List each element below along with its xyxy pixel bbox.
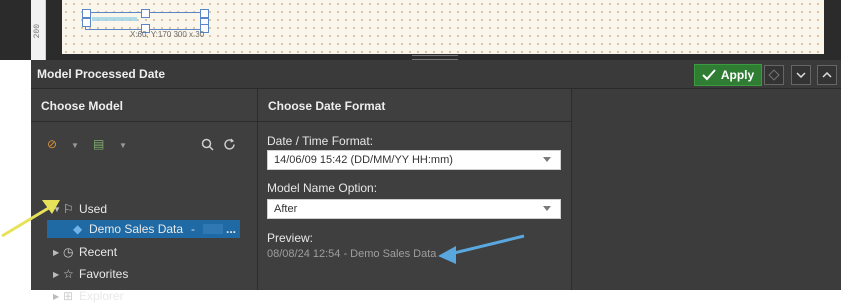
chevron-down-icon xyxy=(796,72,806,78)
yellow-annotation-arrow-icon xyxy=(1,200,60,238)
expand-right-icon[interactable]: ▶ xyxy=(53,248,63,257)
tree-item-explorer[interactable]: ▶ ⊞ Explorer xyxy=(53,286,124,306)
choose-date-format-title: Choose Date Format xyxy=(268,99,386,113)
panel-title: Model Processed Date xyxy=(37,67,166,81)
star-icon: ☆ xyxy=(63,267,74,281)
preview-value: 08/08/24 12:54 - Demo Sales Data xyxy=(267,248,437,260)
tree-item-label: Recent xyxy=(79,245,118,259)
choose-model-title: Choose Model xyxy=(41,99,124,113)
more-options-button[interactable]: ... xyxy=(226,222,236,236)
collapse-down-button[interactable] xyxy=(791,65,811,85)
checkmark-icon xyxy=(702,69,716,81)
tree-item-favorites[interactable]: ▶ ☆ Favorites xyxy=(53,264,128,284)
model-type-icon[interactable]: ⊘ xyxy=(47,137,57,151)
choose-model-column: Choose Model ⊘ ▼ ▤ ▼ ▼ ⚐ Used ◆ Demo Sal… xyxy=(31,89,258,303)
ruler-label: 200 xyxy=(33,24,42,39)
chevron-up-icon xyxy=(822,72,832,78)
collapse-up-button[interactable] xyxy=(817,65,837,85)
diamond-button[interactable] xyxy=(764,65,784,85)
clock-icon: ◷ xyxy=(63,245,74,259)
dropdown-arrow-icon xyxy=(543,157,551,162)
blue-annotation-arrow-icon xyxy=(438,234,525,264)
filter-icon[interactable]: ▤ xyxy=(93,137,104,151)
model-name-option-label: Model Name Option: xyxy=(267,181,378,195)
tree-item-label: Explorer xyxy=(79,289,124,303)
expand-right-icon[interactable]: ▶ xyxy=(53,292,63,301)
date-time-format-value: 14/06/09 15:42 (DD/MM/YY HH:mm) xyxy=(274,154,453,166)
resize-handle[interactable] xyxy=(200,9,209,18)
preview-label: Preview: xyxy=(267,231,314,245)
expand-right-icon[interactable]: ▶ xyxy=(53,270,63,279)
separator-text: - xyxy=(191,222,196,236)
empty-column xyxy=(572,89,841,290)
refresh-icon[interactable] xyxy=(223,138,236,151)
flag-icon: ⚐ xyxy=(63,202,74,216)
apply-label: Apply xyxy=(720,68,755,82)
selected-date-widget[interactable] xyxy=(82,9,209,33)
choose-date-format-header: Choose Date Format xyxy=(258,89,571,122)
report-canvas-area: 200 X:60, Y:170 300 x 30 xyxy=(0,0,841,60)
chevron-down-icon[interactable]: ▼ xyxy=(71,141,79,150)
model-cube-icon: ◆ xyxy=(73,222,83,236)
chevron-down-icon[interactable]: ▼ xyxy=(119,141,127,150)
search-icon[interactable] xyxy=(201,138,214,151)
panel-header: Model Processed Date Apply xyxy=(31,60,841,89)
redacted-text xyxy=(203,224,224,234)
diamond-icon xyxy=(768,69,780,81)
apply-button[interactable]: Apply xyxy=(694,64,762,86)
model-name-option-value: After xyxy=(274,203,298,215)
resize-handle[interactable] xyxy=(82,9,91,18)
tree-structure-icon: ⊞ xyxy=(63,289,74,303)
model-name-option-select[interactable]: After xyxy=(267,199,561,219)
vertical-ruler: 200 xyxy=(31,0,46,60)
tree-item-label: Used xyxy=(79,202,108,216)
widget-coordinates: X:60, Y:170 300 x 30 xyxy=(130,30,205,39)
resize-handle[interactable] xyxy=(141,9,150,18)
date-time-format-select[interactable]: 14/06/09 15:42 (DD/MM/YY HH:mm) xyxy=(267,150,561,170)
tree-item-demo-sales-data[interactable]: ◆ Demo Sales Data - ... xyxy=(47,220,240,238)
dropdown-arrow-icon xyxy=(543,206,551,211)
date-time-format-label: Date / Time Format: xyxy=(267,134,374,148)
tree-item-label: Demo Sales Data xyxy=(89,222,184,236)
choose-model-header: Choose Model xyxy=(31,89,257,122)
tree-item-recent[interactable]: ▶ ◷ Recent xyxy=(53,242,117,262)
tree-item-label: Favorites xyxy=(79,267,129,281)
resize-handle[interactable] xyxy=(82,18,91,27)
